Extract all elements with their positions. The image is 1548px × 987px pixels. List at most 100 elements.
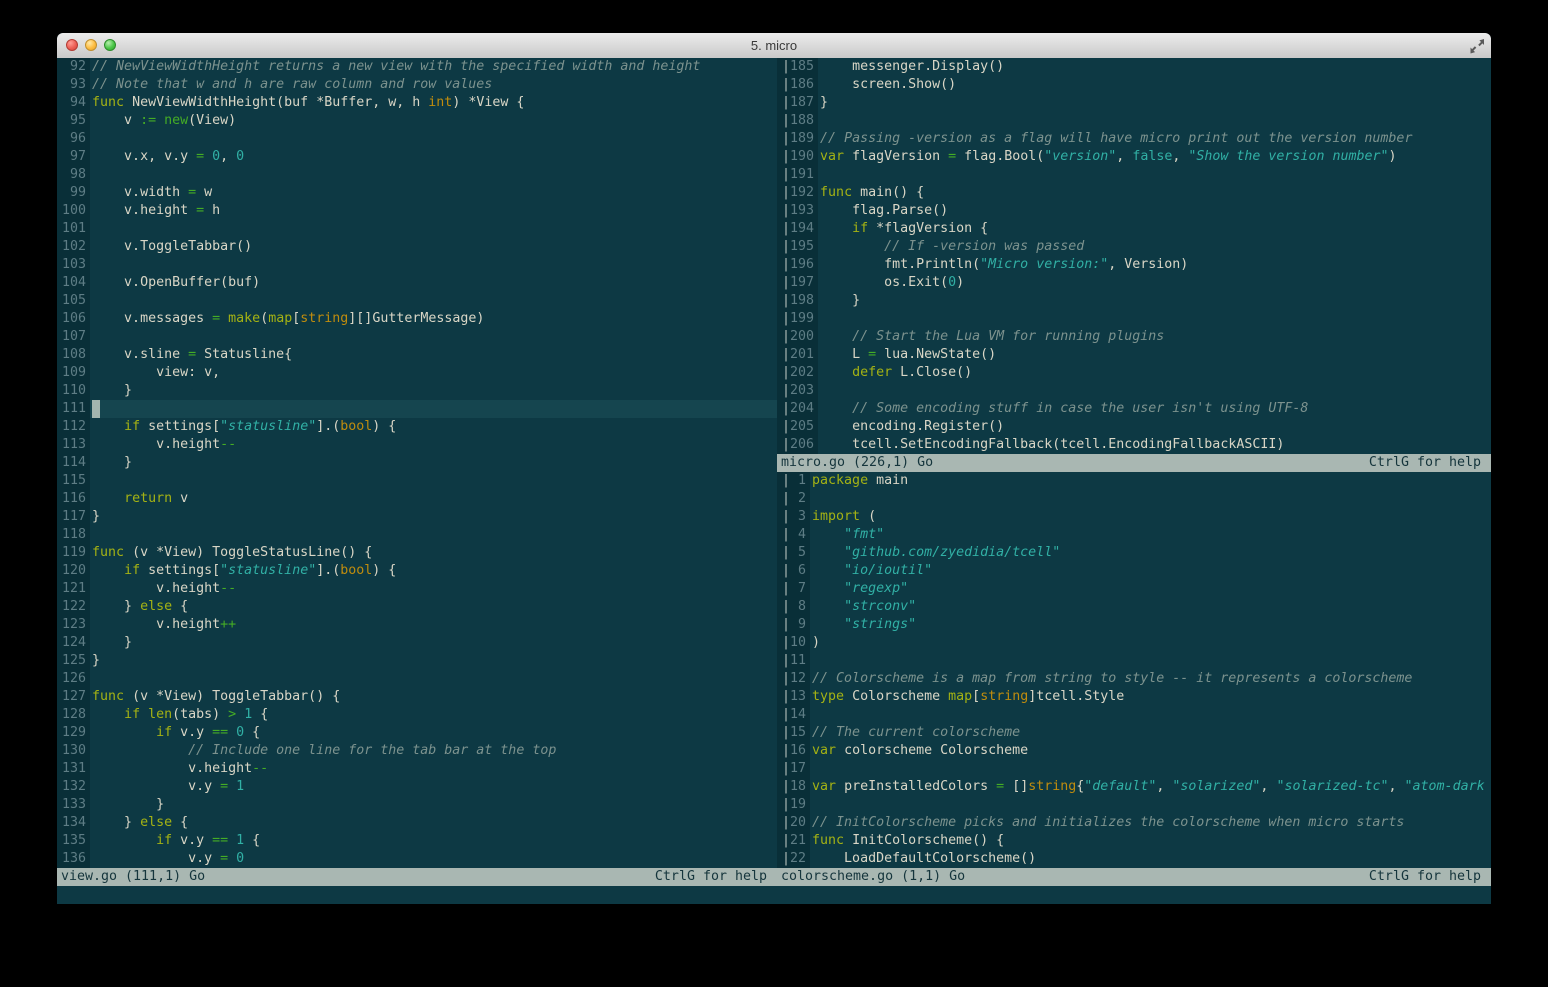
code-line[interactable]: | 6 "io/ioutil" [777,562,1491,580]
code-line[interactable]: 104 v.OpenBuffer(buf) [57,274,777,292]
code-line[interactable]: |205 encoding.Register() [777,418,1491,436]
code-line[interactable]: 106 v.messages = make(map[string][]Gutte… [57,310,777,328]
code-line[interactable]: 136 v.y = 0 [57,850,777,868]
code-line[interactable]: 101 [57,220,777,238]
code-line[interactable]: |185 messenger.Display() [777,58,1491,76]
zoom-button[interactable] [104,39,116,51]
code-line[interactable]: 123 v.height++ [57,616,777,634]
code-line[interactable]: 129 if v.y == 0 { [57,724,777,742]
code-line[interactable]: 96 [57,130,777,148]
code-line[interactable]: |206 tcell.SetEncodingFallback(tcell.Enc… [777,436,1491,454]
code-line[interactable]: | 2 [777,490,1491,508]
code-line[interactable]: |21 func InitColorscheme() { [777,832,1491,850]
code-area-colorscheme-go[interactable]: | 1 package main | 2 | 3 import (| 4 "fmt" | … [777,472,1491,868]
code-line[interactable]: |190 var flagVersion = flag.Bool("version… [777,148,1491,166]
code-line[interactable]: 110 } [57,382,777,400]
code-line[interactable]: 125} [57,652,777,670]
code-line[interactable]: |22 LoadDefaultColorscheme() [777,850,1491,868]
code-line[interactable]: |196 fmt.Println("Micro version:", Versi… [777,256,1491,274]
code-line[interactable]: 117} [57,508,777,526]
code-line[interactable]: | 3 import ( [777,508,1491,526]
code-line[interactable]: | 9 "strings" [777,616,1491,634]
code-line[interactable]: |201 L = lua.NewState() [777,346,1491,364]
code-line[interactable]: |16 var colorscheme Colorscheme [777,742,1491,760]
code-line[interactable]: |193 flag.Parse() [777,202,1491,220]
code-area-micro-go[interactable]: |185 messenger.Display() |186 screen.Show… [777,58,1491,454]
titlebar[interactable]: 5. micro [57,33,1491,59]
code-line[interactable]: | 5 "github.com/zyedidia/tcell" [777,544,1491,562]
code-line[interactable]: 130 // Include one line for the tab bar … [57,742,777,760]
code-line[interactable]: 120 if settings["statusline"].(bool) { [57,562,777,580]
code-line[interactable]: 108 v.sline = Statusline{ [57,346,777,364]
code-line[interactable]: |17 [777,760,1491,778]
code-line[interactable]: 121 v.height-- [57,580,777,598]
code-line[interactable]: |203 [777,382,1491,400]
code-line[interactable]: | 4 "fmt" [777,526,1491,544]
close-button[interactable] [66,39,78,51]
code-line[interactable]: | 7 "regexp" [777,580,1491,598]
code-line[interactable]: 122 } else { [57,598,777,616]
code-line[interactable]: 112 if settings["statusline"].(bool) { [57,418,777,436]
code-line[interactable]: 93// Note that w and h are raw column an… [57,76,777,94]
code-line[interactable]: 128 if len(tabs) > 1 { [57,706,777,724]
code-line[interactable]: 114 } [57,454,777,472]
code-line[interactable]: 127 func (v *View) ToggleTabbar() { [57,688,777,706]
code-line[interactable]: 111 [57,400,777,418]
code-line[interactable]: 102 v.ToggleTabbar() [57,238,777,256]
code-line[interactable]: 94 func NewViewWidthHeight(buf *Buffer, w… [57,94,777,112]
code-line[interactable]: |12// Colorscheme is a map from string t… [777,670,1491,688]
code-line[interactable]: |15// The current colorscheme [777,724,1491,742]
code-line[interactable]: 119 func (v *View) ToggleStatusLine() { [57,544,777,562]
code-line[interactable]: |194 if *flagVersion { [777,220,1491,238]
code-line[interactable]: 113 v.height-- [57,436,777,454]
code-line[interactable]: |191 [777,166,1491,184]
code-line[interactable]: |10) [777,634,1491,652]
code-line[interactable]: |13 type Colorscheme map[string]tcell.Sty… [777,688,1491,706]
code-line[interactable]: 124 } [57,634,777,652]
code-line[interactable]: |19 [777,796,1491,814]
code-line[interactable]: 135 if v.y == 1 { [57,832,777,850]
code-line[interactable]: |11 [777,652,1491,670]
line-number: |189 [777,130,819,148]
code-line[interactable]: |188 [777,112,1491,130]
code-line[interactable]: |20// InitColorscheme picks and initiali… [777,814,1491,832]
code-line[interactable]: |204 // Some encoding stuff in case the … [777,400,1491,418]
code-line[interactable]: 98 [57,166,777,184]
code-line[interactable]: |197 os.Exit(0) [777,274,1491,292]
code-line[interactable]: 118 [57,526,777,544]
code-line[interactable]: 107 [57,328,777,346]
code-line[interactable]: |200 // Start the Lua VM for running plu… [777,328,1491,346]
code-line[interactable]: 99 v.width = w [57,184,777,202]
code-line[interactable]: |195 // If -version was passed [777,238,1491,256]
code-line[interactable]: 134 } else { [57,814,777,832]
minimize-button[interactable] [85,39,97,51]
fullscreen-icon[interactable] [1469,38,1485,54]
code-line[interactable]: 115 [57,472,777,490]
code-line[interactable]: 92// NewViewWidthHeight returns a new vi… [57,58,777,76]
code-line[interactable]: 116 return v [57,490,777,508]
code-line[interactable]: |186 screen.Show() [777,76,1491,94]
code-line[interactable]: |14 [777,706,1491,724]
code-line[interactable]: 132 v.y = 1 [57,778,777,796]
code-line[interactable]: 133 } [57,796,777,814]
code-area-view-go[interactable]: 92// NewViewWidthHeight returns a new vi… [57,58,777,868]
code-line[interactable]: |198 } [777,292,1491,310]
code-line[interactable]: 126 [57,670,777,688]
code-line[interactable]: 131 v.height-- [57,760,777,778]
code-line[interactable]: 109 view: v, [57,364,777,382]
code-line[interactable]: |18 var preInstalledColors = []string{"de… [777,778,1491,796]
code-line[interactable]: |199 [777,310,1491,328]
code-line[interactable]: 103 [57,256,777,274]
code-text: } else { [92,599,189,614]
code-line[interactable]: |202 defer L.Close() [777,364,1491,382]
code-line[interactable]: | 8 "strconv" [777,598,1491,616]
code-line[interactable]: | 1 package main [777,472,1491,490]
code-line[interactable]: 105 [57,292,777,310]
code-line[interactable]: 95 v := new(View) [57,112,777,130]
code-line[interactable]: |187} [777,94,1491,112]
code-line[interactable]: |192 func main() { [777,184,1491,202]
code-line[interactable]: |189// Passing -version as a flag will h… [777,130,1491,148]
command-line[interactable] [57,886,1491,904]
code-line[interactable]: 100 v.height = h [57,202,777,220]
code-line[interactable]: 97 v.x, v.y = 0, 0 [57,148,777,166]
